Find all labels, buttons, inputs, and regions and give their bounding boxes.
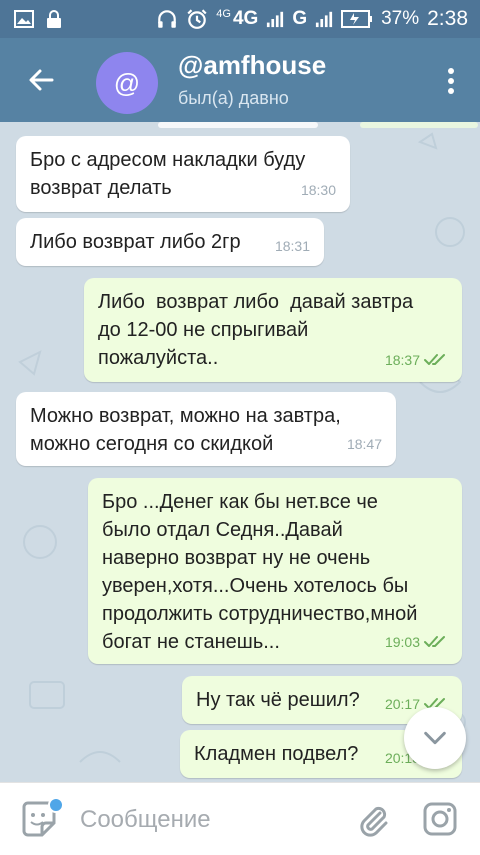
signal-icon <box>267 11 284 28</box>
message-incoming[interactable]: Бро с адресом накладки буду возврат дела… <box>16 136 350 212</box>
message-composer <box>0 782 480 855</box>
avatar-letter: @ <box>113 67 141 98</box>
message-outgoing[interactable]: Бро ...Денег как бы нет.все че было отда… <box>88 478 462 664</box>
chevron-down-icon <box>424 731 446 745</box>
double-check-icon <box>424 354 445 365</box>
last-seen-status: был(а) давно <box>178 88 289 108</box>
scroll-to-bottom-button[interactable] <box>404 707 466 769</box>
message-meta: 18:30 <box>301 176 336 204</box>
message-time: 18:31 <box>274 238 310 254</box>
message-time: 18:47 <box>346 436 382 452</box>
back-arrow-icon[interactable] <box>26 65 56 95</box>
message-incoming[interactable]: Либо возврат либо 2гр 18:31 <box>16 218 324 266</box>
signal-icon <box>315 11 333 28</box>
message-time: 18:30 <box>300 182 336 198</box>
chat-title[interactable]: @amfhouse <box>178 50 326 81</box>
double-check-icon <box>424 636 445 647</box>
message-meta: 18:31 <box>275 232 310 260</box>
message-time: 19:03 <box>384 634 420 650</box>
message-text: Можно возврат, можно на завтра, можно се… <box>30 405 341 455</box>
message-meta: 18:47 <box>347 430 382 458</box>
gallery-icon <box>14 10 34 28</box>
battery-icon <box>341 10 373 28</box>
message-time: 18:37 <box>384 352 420 368</box>
alarm-icon <box>187 9 207 29</box>
clock: 2:38 <box>427 7 468 30</box>
battery-percent: 37% <box>381 8 420 29</box>
attach-icon[interactable] <box>356 803 390 837</box>
avatar[interactable]: @ <box>96 52 158 114</box>
status-bar: 4G 4G G 37% 2:38 <box>0 0 480 38</box>
message-text: Бро с адресом накладки буду возврат дела… <box>30 149 306 199</box>
status-right: 4G 4G G 37% 2:38 <box>156 0 468 38</box>
headphones-icon <box>158 10 177 28</box>
network-type: 4G <box>232 8 259 29</box>
more-vert-icon[interactable] <box>448 68 454 94</box>
chat-header: @ @amfhouse был(а) давно <box>0 38 480 122</box>
camera-icon[interactable] <box>422 801 458 837</box>
message-incoming[interactable]: Можно возврат, можно на завтра, можно се… <box>16 392 396 466</box>
message-outgoing[interactable]: Либо возврат либо давай завтра до 12-00 … <box>84 278 462 382</box>
message-text: Либо возврат либо 2гр <box>30 231 241 253</box>
network-type-small: 4G <box>216 8 231 20</box>
network-type-2: G <box>292 8 308 29</box>
message-list[interactable]: Бро с адресом накладки буду возврат дела… <box>0 122 480 782</box>
message-input[interactable] <box>78 797 342 843</box>
message-meta: 18:37 <box>385 346 448 374</box>
sticker-notification-dot <box>48 797 64 813</box>
status-left <box>14 9 64 29</box>
message-meta: 19:03 <box>385 628 448 656</box>
lock-icon <box>47 10 61 28</box>
